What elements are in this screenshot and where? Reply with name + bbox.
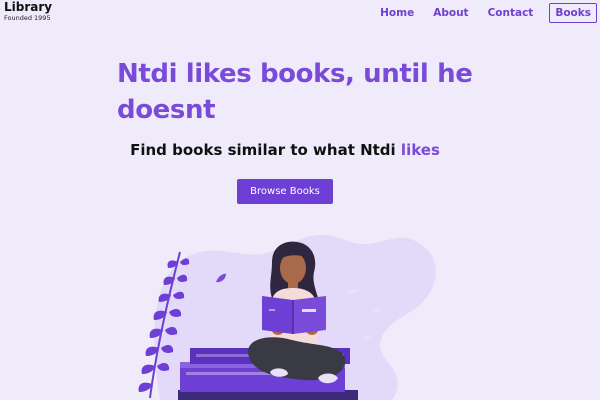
reading-person-illustration — [138, 235, 436, 400]
